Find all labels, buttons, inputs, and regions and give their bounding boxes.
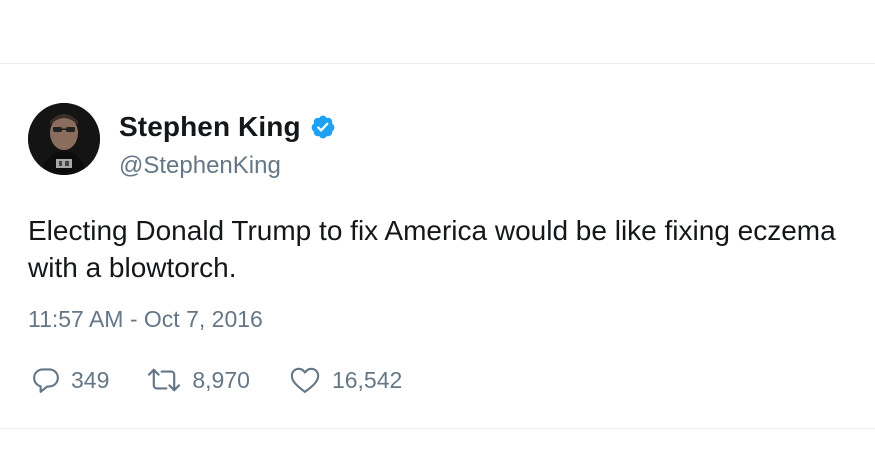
like-button[interactable]: 16,542 xyxy=(288,365,402,395)
tweet-actions: 349 8,970 16,542 xyxy=(31,362,402,398)
author-photo xyxy=(28,103,100,175)
author-display-name[interactable]: Stephen King xyxy=(119,111,301,143)
retweet-icon xyxy=(148,368,181,392)
like-count: 16,542 xyxy=(331,366,403,393)
verified-badge-icon xyxy=(310,114,336,140)
retweet-button[interactable]: 8,970 xyxy=(146,365,250,395)
author-handle[interactable]: @StephenKing xyxy=(119,152,281,180)
avatar[interactable] xyxy=(28,103,100,175)
reply-icon xyxy=(33,368,59,393)
heart-icon xyxy=(290,367,320,393)
author-name-row[interactable]: Stephen King xyxy=(119,110,336,144)
tweet-timestamp[interactable]: 11:57 AM - Oct 7, 2016 xyxy=(28,306,263,333)
reply-button[interactable]: 349 xyxy=(31,365,109,395)
bottom-divider xyxy=(0,428,875,429)
tweet-text: Electing Donald Trump to fix America wou… xyxy=(28,215,836,283)
top-divider xyxy=(0,63,875,64)
reply-count: 349 xyxy=(71,366,110,393)
retweet-count: 8,970 xyxy=(192,366,250,393)
